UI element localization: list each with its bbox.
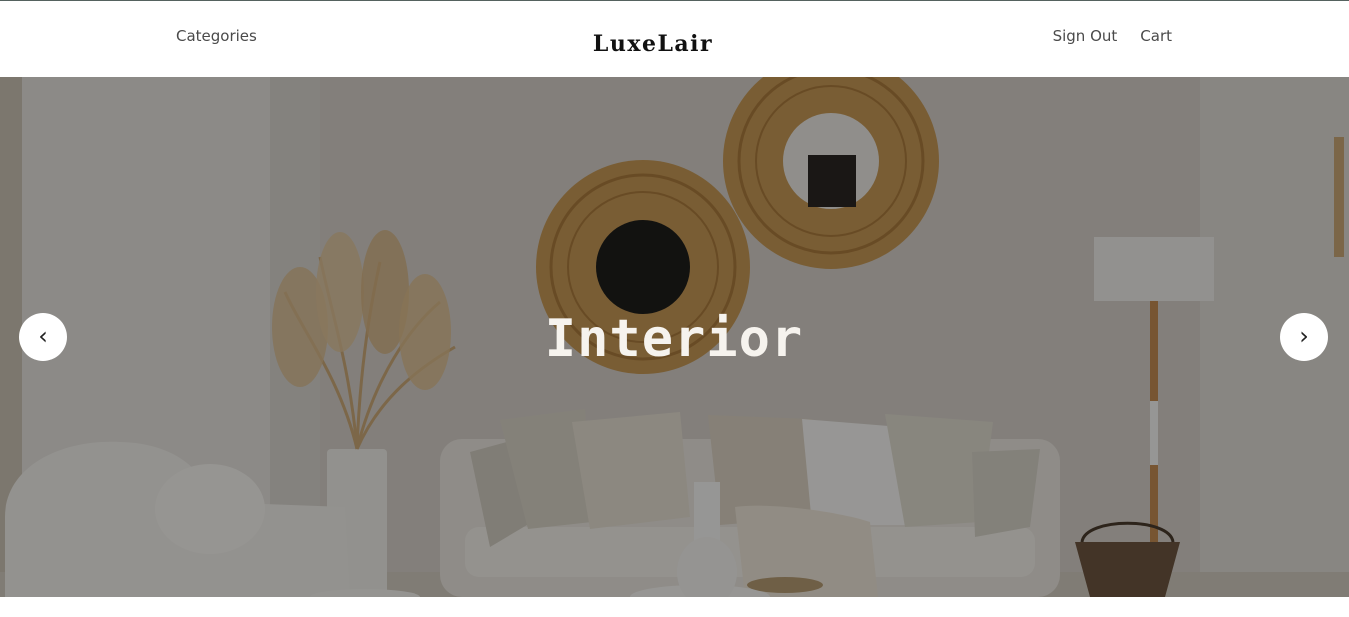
hero-carousel: Interior ‹ › bbox=[0, 77, 1349, 597]
hero-title: Interior bbox=[544, 309, 804, 369]
carousel-next-button[interactable]: › bbox=[1280, 313, 1328, 361]
cart-link[interactable]: Cart bbox=[1140, 27, 1172, 45]
brand-logo[interactable]: LuxeLair bbox=[593, 31, 713, 57]
chevron-left-icon: ‹ bbox=[38, 322, 48, 350]
sign-out-link[interactable]: Sign Out bbox=[1053, 27, 1118, 45]
account-nav: Sign Out Cart bbox=[1053, 27, 1172, 45]
chevron-right-icon: › bbox=[1299, 322, 1309, 350]
top-navbar: Categories LuxeLair Sign Out Cart bbox=[0, 1, 1349, 77]
carousel-prev-button[interactable]: ‹ bbox=[19, 313, 67, 361]
categories-link[interactable]: Categories bbox=[176, 27, 257, 45]
